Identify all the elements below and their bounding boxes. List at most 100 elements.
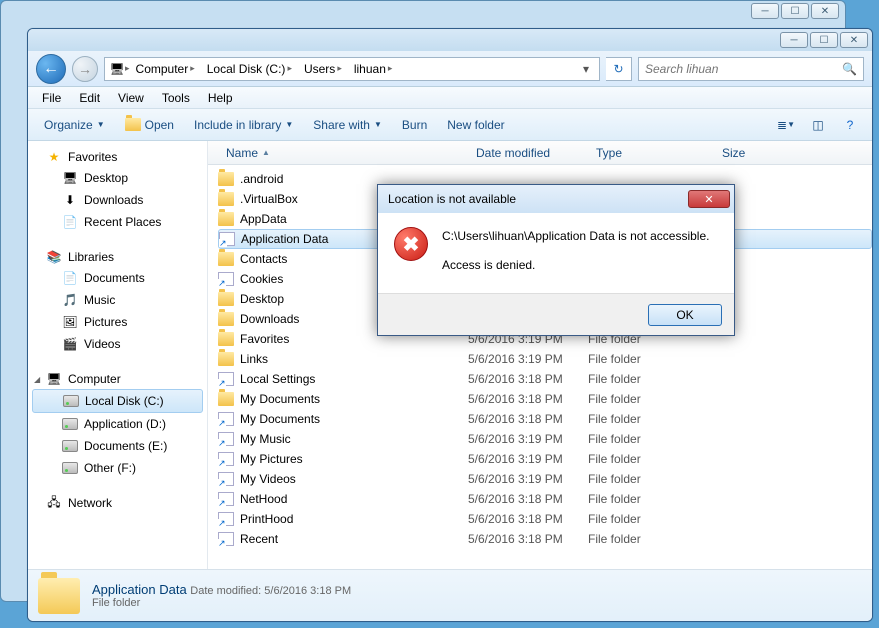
burn-button[interactable]: Burn — [394, 114, 435, 136]
breadcrumb-dropdown[interactable]: ▾ — [577, 62, 595, 76]
sidebar-application-d[interactable]: Application (D:) — [28, 413, 207, 435]
file-date: 5/6/2016 3:18 PM — [468, 372, 588, 386]
file-type: File folder — [588, 392, 714, 406]
file-type: File folder — [588, 512, 714, 526]
sidebar-desktop[interactable]: 🖥Desktop — [28, 167, 207, 189]
sidebar-videos[interactable]: 🎬Videos — [28, 333, 207, 355]
help-button[interactable]: ? — [836, 114, 864, 136]
bg-close-button[interactable]: ✕ — [811, 3, 839, 19]
open-button[interactable]: Open — [117, 114, 182, 136]
nav-back-button[interactable]: ← — [36, 54, 66, 84]
shortcut-icon — [218, 432, 234, 446]
folder-icon — [218, 292, 234, 306]
nav-forward-button[interactable]: → — [72, 56, 98, 82]
file-row[interactable]: My Pictures5/6/2016 3:19 PMFile folder — [218, 449, 872, 469]
file-name: Desktop — [240, 292, 284, 306]
file-row[interactable]: Links5/6/2016 3:19 PMFile folder — [218, 349, 872, 369]
menu-tools[interactable]: Tools — [154, 89, 198, 107]
sidebar-recent-places[interactable]: 📄Recent Places — [28, 211, 207, 233]
file-row[interactable]: Recent5/6/2016 3:18 PMFile folder — [218, 529, 872, 549]
sidebar-other-f[interactable]: Other (F:) — [28, 457, 207, 479]
drive-icon — [63, 395, 79, 407]
sidebar-documents[interactable]: 📄Documents — [28, 267, 207, 289]
sidebar-documents-e[interactable]: Documents (E:) — [28, 435, 207, 457]
file-row[interactable]: My Videos5/6/2016 3:19 PMFile folder — [218, 469, 872, 489]
organize-button[interactable]: Organize▼ — [36, 114, 113, 136]
pictures-icon: 🖼 — [62, 314, 78, 330]
preview-pane-button[interactable]: ◫ — [804, 114, 832, 136]
sidebar-music[interactable]: 🎵Music — [28, 289, 207, 311]
dialog-close-button[interactable]: ✕ — [688, 190, 730, 208]
ok-button[interactable]: OK — [648, 304, 722, 326]
shortcut-icon — [218, 372, 234, 386]
sidebar-pictures[interactable]: 🖼Pictures — [28, 311, 207, 333]
column-size[interactable]: Size — [714, 146, 784, 160]
column-type[interactable]: Type — [588, 146, 714, 160]
search-input[interactable] — [645, 62, 842, 76]
dialog-message: C:\Users\lihuan\Application Data is not … — [442, 227, 709, 275]
file-row[interactable]: PrintHood5/6/2016 3:18 PMFile folder — [218, 509, 872, 529]
file-row[interactable]: My Documents5/6/2016 3:18 PMFile folder — [218, 409, 872, 429]
breadcrumb[interactable]: 🖥 ▸ Computer▸ Local Disk (C:)▸ Users▸ li… — [104, 57, 600, 81]
search-box[interactable]: 🔍 — [638, 57, 864, 81]
column-name[interactable]: Name ▲ — [218, 146, 468, 160]
titlebar[interactable]: ─ ☐ ✕ — [28, 29, 872, 51]
menu-help[interactable]: Help — [200, 89, 241, 107]
minimize-button[interactable]: ─ — [780, 32, 808, 48]
refresh-button[interactable]: ↻ — [606, 57, 632, 81]
sidebar-computer[interactable]: ◢🖥Computer — [28, 369, 207, 389]
breadcrumb-users[interactable]: Users▸ — [298, 58, 348, 80]
file-name: .android — [240, 172, 283, 186]
share-with-button[interactable]: Share with▼ — [305, 114, 390, 136]
file-date: 5/6/2016 3:19 PM — [468, 452, 588, 466]
expand-icon[interactable]: ◢ — [34, 375, 40, 384]
file-row[interactable]: Local Settings5/6/2016 3:18 PMFile folde… — [218, 369, 872, 389]
sidebar-network[interactable]: 🖧Network — [28, 493, 207, 513]
file-row[interactable]: My Documents5/6/2016 3:18 PMFile folder — [218, 389, 872, 409]
folder-icon — [38, 578, 80, 614]
sidebar-favorites[interactable]: ★Favorites — [28, 147, 207, 167]
documents-icon: 📄 — [62, 270, 78, 286]
file-type: File folder — [588, 532, 714, 546]
downloads-icon: ⬇ — [62, 192, 78, 208]
file-name: My Videos — [240, 472, 296, 486]
menu-edit[interactable]: Edit — [71, 89, 108, 107]
file-date: 5/6/2016 3:19 PM — [468, 352, 588, 366]
sidebar-local-disk-c[interactable]: Local Disk (C:) — [32, 389, 203, 413]
menu-file[interactable]: File — [34, 89, 69, 107]
sidebar-downloads[interactable]: ⬇Downloads — [28, 189, 207, 211]
bg-maximize-button[interactable]: ☐ — [781, 3, 809, 19]
folder-icon — [218, 172, 234, 186]
search-icon[interactable]: 🔍 — [842, 62, 857, 76]
breadcrumb-localdisk[interactable]: Local Disk (C:)▸ — [201, 58, 298, 80]
file-row[interactable]: NetHood5/6/2016 3:18 PMFile folder — [218, 489, 872, 509]
maximize-button[interactable]: ☐ — [810, 32, 838, 48]
folder-icon — [218, 312, 234, 326]
file-type: File folder — [588, 492, 714, 506]
new-folder-button[interactable]: New folder — [439, 114, 512, 136]
file-date: 5/6/2016 3:18 PM — [468, 492, 588, 506]
view-options-button[interactable]: ≣ ▼ — [772, 114, 800, 136]
dialog-titlebar[interactable]: Location is not available ✕ — [378, 185, 734, 213]
file-name: Recent — [240, 532, 278, 546]
menu-view[interactable]: View — [110, 89, 152, 107]
bg-minimize-button[interactable]: ─ — [751, 3, 779, 19]
column-date[interactable]: Date modified — [468, 146, 588, 160]
menubar: File Edit View Tools Help — [28, 87, 872, 109]
star-icon: ★ — [46, 149, 62, 165]
file-row[interactable]: My Music5/6/2016 3:19 PMFile folder — [218, 429, 872, 449]
breadcrumb-computer[interactable]: Computer▸ — [130, 58, 201, 80]
file-type: File folder — [588, 412, 714, 426]
videos-icon: 🎬 — [62, 336, 78, 352]
computer-icon: 🖥 — [46, 371, 62, 387]
file-date: 5/6/2016 3:18 PM — [468, 392, 588, 406]
breadcrumb-lihuan[interactable]: lihuan▸ — [348, 58, 399, 80]
file-name: .VirtualBox — [240, 192, 298, 206]
shortcut-icon — [218, 452, 234, 466]
file-name: My Documents — [240, 412, 320, 426]
file-name: Application Data — [241, 232, 328, 246]
navigation-pane[interactable]: ★Favorites 🖥Desktop ⬇Downloads 📄Recent P… — [28, 141, 208, 569]
include-library-button[interactable]: Include in library▼ — [186, 114, 301, 136]
sidebar-libraries[interactable]: 📚Libraries — [28, 247, 207, 267]
close-button[interactable]: ✕ — [840, 32, 868, 48]
